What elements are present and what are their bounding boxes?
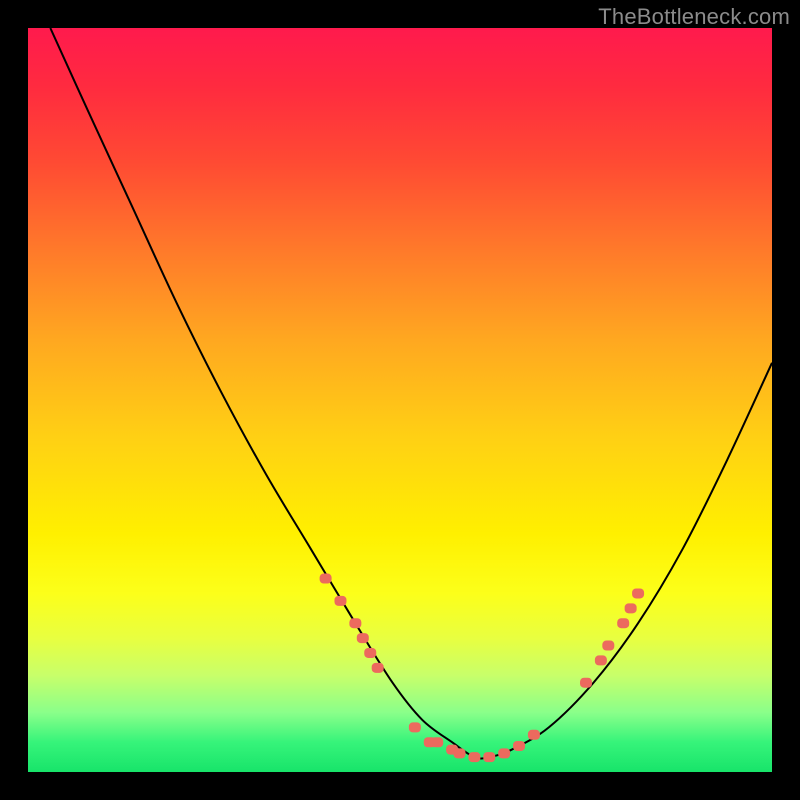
curve-layer [50,28,772,759]
scatter-point [595,655,607,665]
scatter-point [632,588,644,598]
scatter-point [364,648,376,658]
scatter-point [454,748,466,758]
scatter-point [431,737,443,747]
scatter-point [498,748,510,758]
scatter-point [483,752,495,762]
scatter-point [580,678,592,688]
bottleneck-curve [50,28,772,759]
scatter-point [625,603,637,613]
watermark-text: TheBottleneck.com [598,4,790,30]
chart-frame: TheBottleneck.com [0,0,800,800]
scatter-point [320,574,332,584]
scatter-point [468,752,480,762]
scatter-point [409,722,421,732]
scatter-point [528,730,540,740]
scatter-point [602,641,614,651]
scatter-point [357,633,369,643]
scatter-point [349,618,361,628]
chart-svg [28,28,772,772]
plot-area [28,28,772,772]
scatter-point [617,618,629,628]
scatter-point [513,741,525,751]
scatter-point [334,596,346,606]
scatter-point [372,663,384,673]
scatter-layer [320,574,644,763]
